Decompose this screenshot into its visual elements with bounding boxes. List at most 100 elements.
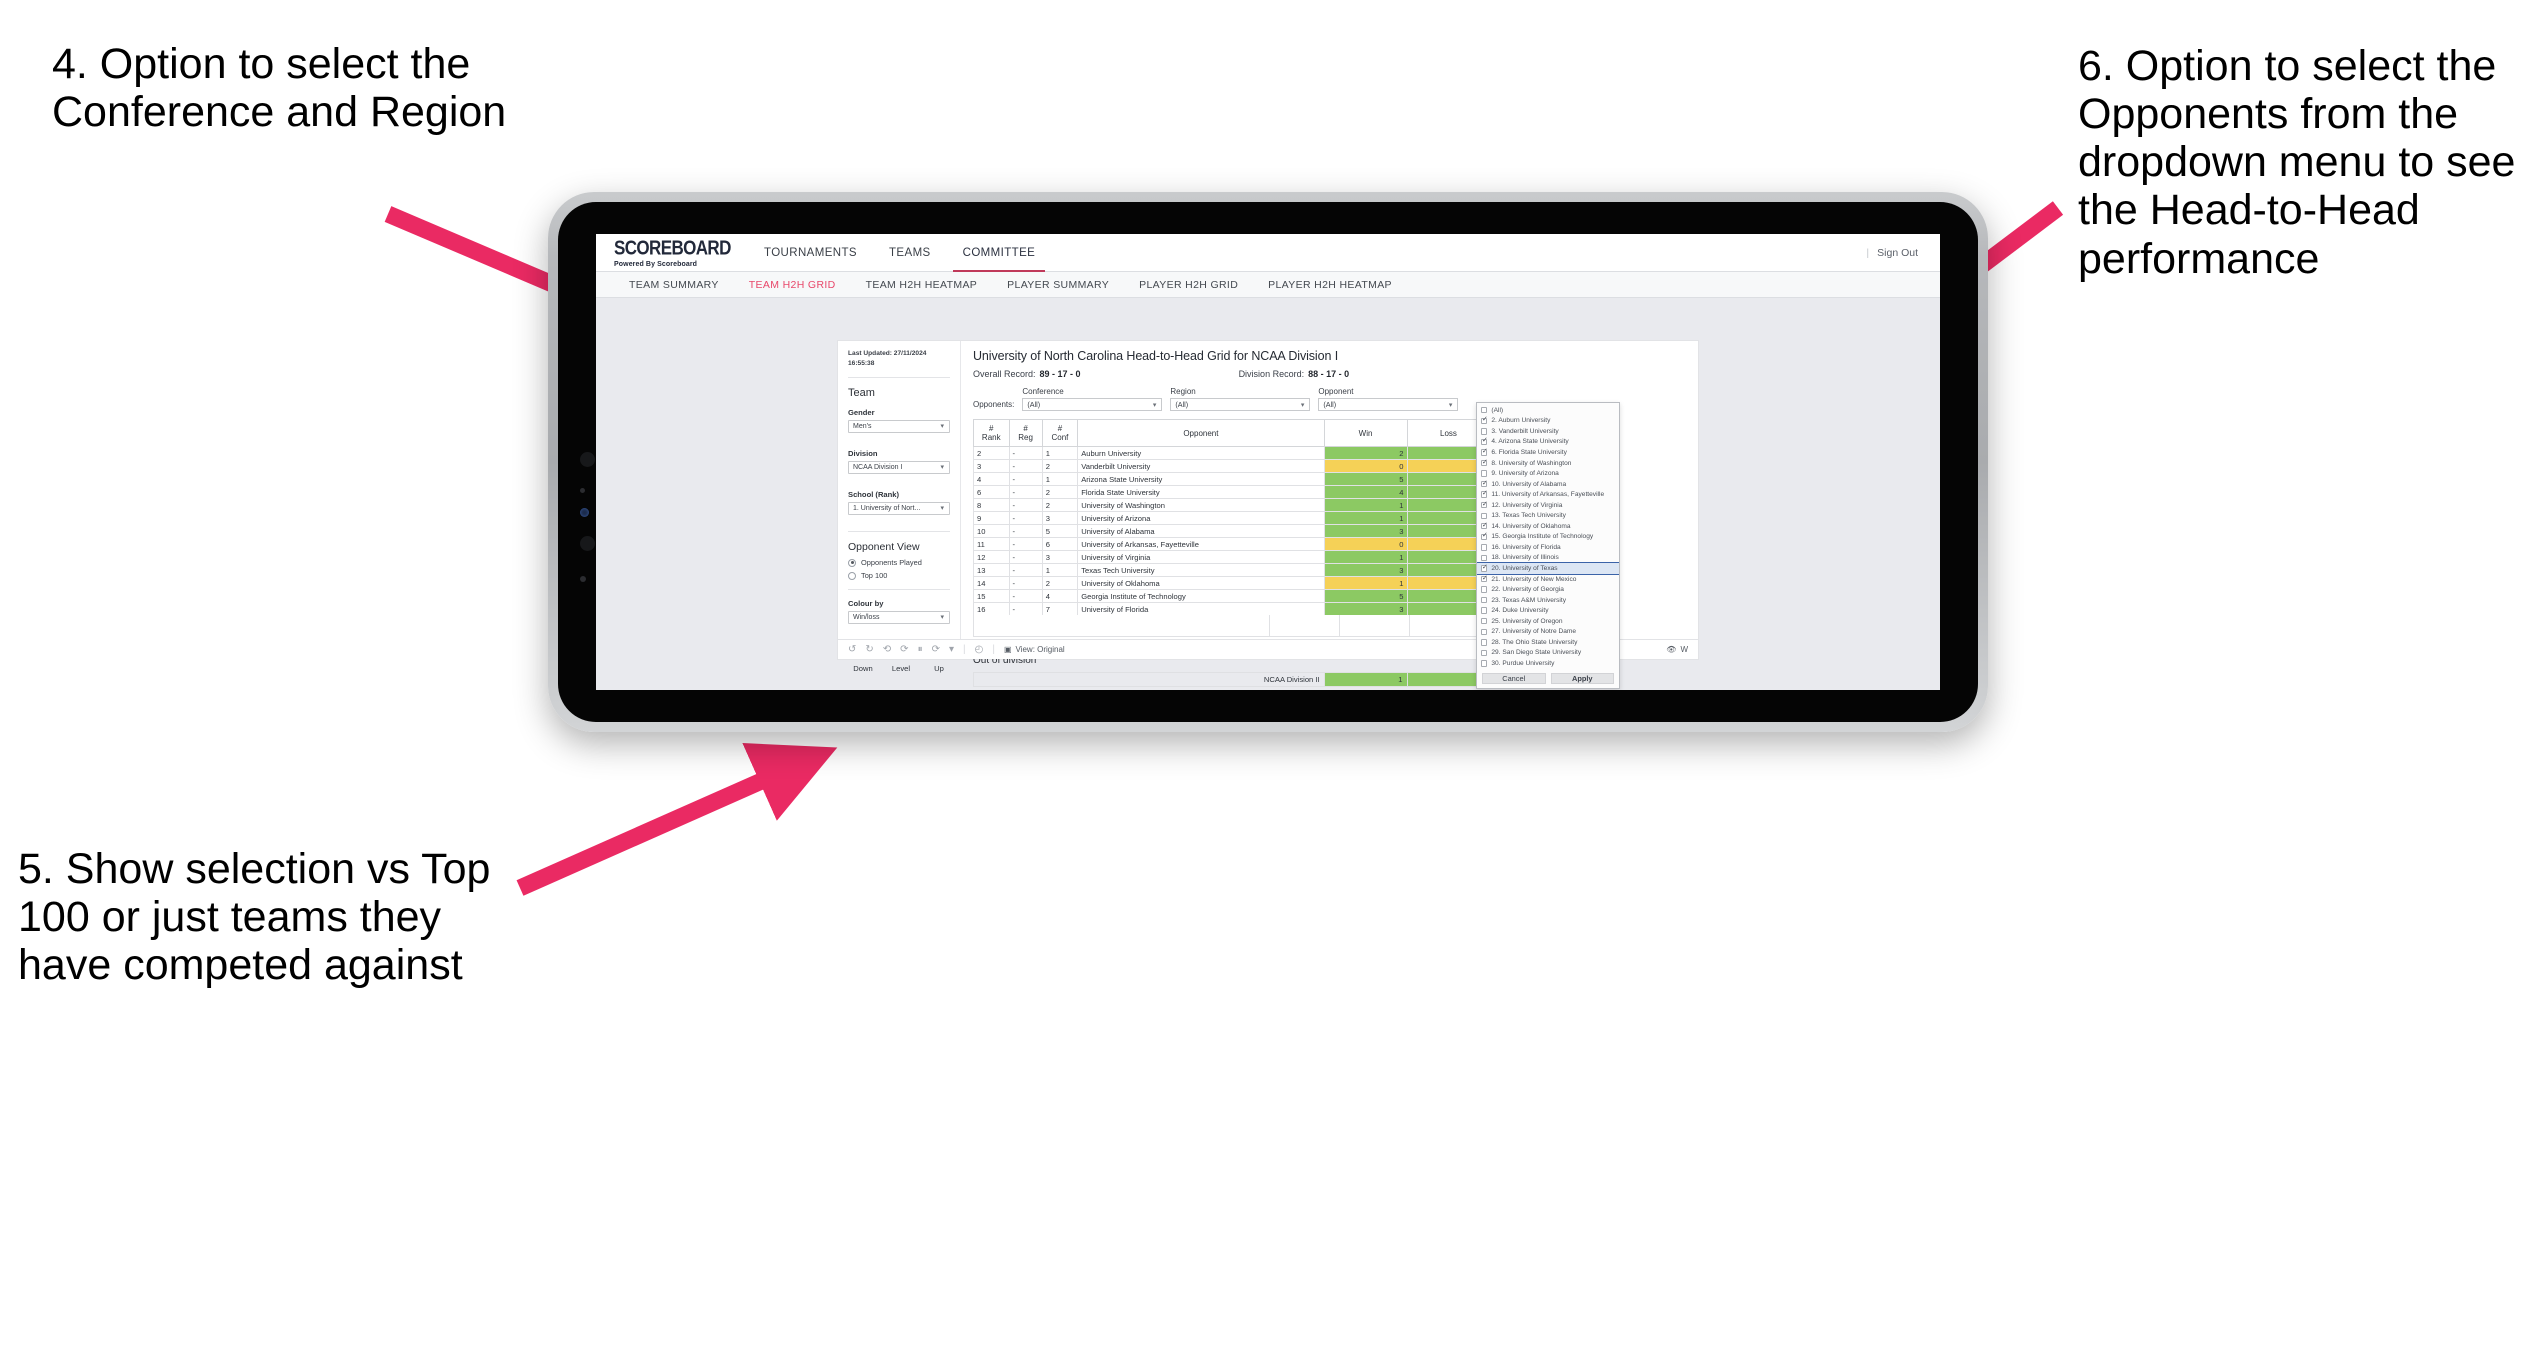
checkbox-icon[interactable] xyxy=(1481,564,1488,572)
checkbox-icon[interactable] xyxy=(1481,448,1488,456)
dropdown-option[interactable]: (All) xyxy=(1477,405,1619,416)
clock-icon[interactable]: ◴ xyxy=(975,644,984,655)
dropdown-option[interactable]: 18. University of Illinois xyxy=(1477,553,1619,564)
checkbox-icon[interactable] xyxy=(1481,618,1488,625)
checkbox-icon[interactable] xyxy=(1481,522,1488,530)
dropdown-option[interactable]: 29. San Diego State University xyxy=(1477,648,1619,659)
opponent-dropdown-list[interactable]: (All) 2. Auburn University 3. Vanderbilt U… xyxy=(1477,403,1619,670)
nav-tournaments[interactable]: TOURNAMENTS xyxy=(748,234,873,271)
checkbox-icon[interactable] xyxy=(1481,490,1488,498)
checkbox-icon[interactable] xyxy=(1481,532,1488,541)
checkbox-icon[interactable] xyxy=(1481,470,1488,477)
table-row[interactable]: 13-1Texas Tech University30 xyxy=(973,563,1526,577)
checkbox-icon[interactable] xyxy=(1481,544,1488,551)
revert-icon[interactable]: ⟲ xyxy=(883,644,891,655)
checkbox-icon[interactable] xyxy=(1481,458,1488,467)
chevron-down-icon[interactable]: ▾ xyxy=(949,644,954,655)
dropdown-option[interactable]: 30. Purdue University xyxy=(1477,658,1619,669)
checkbox-icon[interactable] xyxy=(1481,596,1488,604)
gender-select[interactable]: Men's ▾ xyxy=(848,420,950,434)
redo-icon[interactable]: ↻ xyxy=(865,644,873,655)
table-row[interactable]: 4-1Arizona State University51 xyxy=(973,472,1526,486)
subnav-player-h2h-grid[interactable]: PLAYER H2H GRID xyxy=(1124,279,1253,291)
checkbox-icon[interactable] xyxy=(1481,586,1488,593)
dropdown-option[interactable]: 24. Duke University xyxy=(1477,605,1619,616)
dropdown-option[interactable]: 16. University of Florida xyxy=(1477,542,1619,553)
watch-control[interactable]: 👁 W xyxy=(1666,645,1688,654)
radio-opponents-played[interactable]: Opponents Played xyxy=(848,558,950,567)
subnav-team-summary[interactable]: TEAM SUMMARY xyxy=(614,279,734,291)
table-row[interactable]: 2-1Auburn University21 xyxy=(973,446,1526,460)
sign-out-link[interactable]: Sign Out xyxy=(1877,247,1918,259)
dropdown-option[interactable]: 9. University of Arizona xyxy=(1477,468,1619,479)
checkbox-icon[interactable] xyxy=(1481,437,1488,446)
checkbox-icon[interactable] xyxy=(1481,428,1488,435)
radio-top-100[interactable]: Top 100 xyxy=(848,571,950,580)
opponent-select[interactable]: (All) ▾ xyxy=(1318,398,1459,411)
dropdown-option[interactable]: 25. University of Oregon xyxy=(1477,616,1619,627)
table-row[interactable]: 15-4Georgia Institute of Technology50 xyxy=(973,589,1526,603)
region-select[interactable]: (All) ▾ xyxy=(1170,398,1311,411)
dropdown-option[interactable]: 8. University of Washington xyxy=(1477,458,1619,469)
loop-icon[interactable]: ⟳ xyxy=(932,644,940,655)
colour-by-select[interactable]: Win/loss ▾ xyxy=(848,611,950,625)
dropdown-option[interactable]: 21. University of New Mexico xyxy=(1477,574,1619,585)
checkbox-icon[interactable] xyxy=(1481,639,1488,646)
checkbox-icon[interactable] xyxy=(1481,480,1488,488)
school-rank-select[interactable]: 1. University of Nort... ▾ xyxy=(848,502,950,516)
table-row[interactable]: 10-5University of Alabama30 xyxy=(973,524,1526,538)
pause-icon[interactable]: ⏸ xyxy=(918,644,923,655)
dropdown-option[interactable]: 4. Arizona State University xyxy=(1477,437,1619,448)
checkbox-icon[interactable] xyxy=(1481,660,1488,667)
table-row[interactable]: 3-2Vanderbilt University04 xyxy=(973,459,1526,473)
undo-icon[interactable]: ↺ xyxy=(848,644,856,655)
logo[interactable]: SCOREBOARD Powered By Scoreboard xyxy=(614,238,731,268)
checkbox-icon[interactable] xyxy=(1481,407,1488,414)
dropdown-option[interactable]: 10. University of Alabama xyxy=(1477,479,1619,490)
table-row[interactable]: 14-2University of Oklahoma12 xyxy=(973,576,1526,590)
table-row[interactable]: 9-3University of Arizona10 xyxy=(973,511,1526,525)
dropdown-option[interactable]: 13. Texas Tech University xyxy=(1477,510,1619,521)
conference-filter: Conference (All) ▾ xyxy=(1022,387,1163,411)
table-row[interactable]: 6-2Florida State University42 xyxy=(973,485,1526,499)
table-row[interactable]: 11-6 University of Arkansas, Fayetteville… xyxy=(973,537,1526,551)
division-select[interactable]: NCAA Division I ▾ xyxy=(848,461,950,475)
dropdown-option[interactable]: 2. Auburn University xyxy=(1477,416,1619,427)
checkbox-icon[interactable] xyxy=(1481,574,1488,583)
checkbox-icon[interactable] xyxy=(1481,416,1488,425)
apply-button[interactable]: Apply xyxy=(1550,673,1614,684)
cancel-button[interactable]: Cancel xyxy=(1482,673,1546,684)
dropdown-option[interactable]: 20. University of Texas xyxy=(1477,562,1619,575)
dropdown-option[interactable]: 14. University of Oklahoma xyxy=(1477,521,1619,532)
dropdown-option[interactable]: 6. Florida State University xyxy=(1477,447,1619,458)
dropdown-option[interactable]: 22. University of Georgia xyxy=(1477,584,1619,595)
dropdown-option[interactable]: 15. Georgia Institute of Technology xyxy=(1477,532,1619,543)
dropdown-option[interactable]: 3. Vanderbilt University xyxy=(1477,426,1619,437)
dropdown-option[interactable]: 23. Texas A&M University xyxy=(1477,595,1619,606)
dropdown-option[interactable]: 27. University of Notre Dame xyxy=(1477,626,1619,637)
conference-select[interactable]: (All) ▾ xyxy=(1022,398,1163,411)
subnav-player-summary[interactable]: PLAYER SUMMARY xyxy=(992,279,1124,291)
opponent-dropdown-panel[interactable]: (All) 2. Auburn University 3. Vanderbilt U… xyxy=(1476,402,1620,689)
subnav-player-h2h-heatmap[interactable]: PLAYER H2H HEATMAP xyxy=(1253,279,1407,291)
dropdown-option[interactable]: 12. University of Virginia xyxy=(1477,500,1619,511)
checkbox-icon[interactable] xyxy=(1481,512,1488,519)
table-row[interactable]: 16-7University of Florida31 xyxy=(973,602,1526,615)
checkbox-icon[interactable] xyxy=(1481,501,1488,509)
subnav-team-h2h-grid[interactable]: TEAM H2H GRID xyxy=(734,279,851,291)
nav-teams[interactable]: TEAMS xyxy=(873,234,947,271)
view-original-button[interactable]: ▣ View: Original xyxy=(1004,645,1065,654)
cell-opponent: University of Alabama xyxy=(1077,524,1325,538)
dropdown-option[interactable]: 28. The Ohio State University xyxy=(1477,637,1619,648)
checkbox-icon[interactable] xyxy=(1481,628,1488,635)
nav-committee[interactable]: COMMITTEE xyxy=(947,234,1052,272)
subnav-team-h2h-heatmap[interactable]: TEAM H2H HEATMAP xyxy=(851,279,993,291)
dropdown-option-label: 10. University of Alabama xyxy=(1491,480,1567,488)
table-row[interactable]: 12-3University of Virginia10 xyxy=(973,550,1526,564)
dropdown-option[interactable]: 11. University of Arkansas, Fayetteville xyxy=(1477,489,1619,500)
checkbox-icon[interactable] xyxy=(1481,607,1488,614)
checkbox-icon[interactable] xyxy=(1481,649,1488,657)
refresh-icon[interactable]: ⟳ xyxy=(900,644,908,655)
checkbox-icon[interactable] xyxy=(1481,554,1488,562)
table-row[interactable]: 8-2University of Washington10 xyxy=(973,498,1526,512)
